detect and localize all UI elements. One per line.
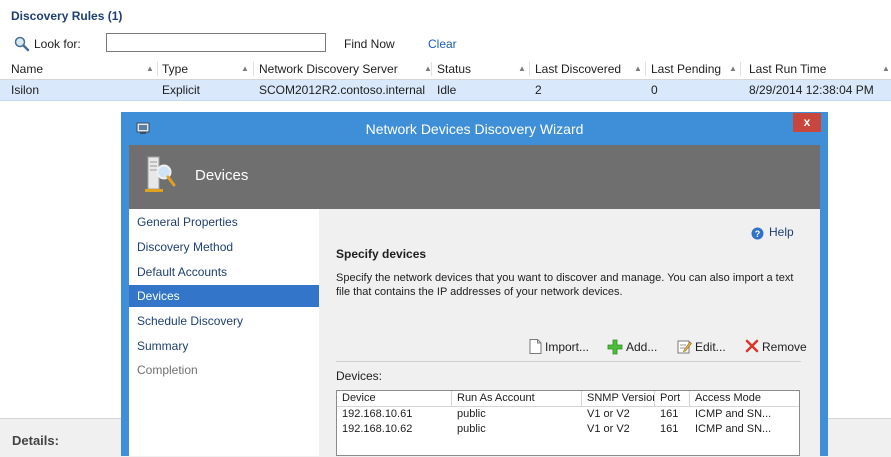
discovery-rules-header: Discovery Rules (1) xyxy=(0,0,891,30)
table-row[interactable]: Isilon Explicit SCOM2012R2.contoso.inter… xyxy=(0,80,891,101)
add-button[interactable]: Add... xyxy=(607,338,671,356)
cell-name: Isilon xyxy=(11,83,40,97)
cell-access-mode: ICMP and SN... xyxy=(695,423,772,435)
cell-device: 192.168.10.62 xyxy=(342,423,413,435)
column-header-port[interactable]: Port xyxy=(655,391,690,406)
edit-icon xyxy=(677,340,692,354)
details-label: Details: xyxy=(12,433,59,448)
network-devices-discovery-wizard: Network Devices Discovery Wizard x Devic… xyxy=(121,112,828,456)
cell-access-mode: ICMP and SN... xyxy=(695,408,772,420)
document-icon xyxy=(529,339,542,354)
remove-button[interactable]: Remove xyxy=(745,338,815,356)
column-header-last-pending[interactable]: Last Pending xyxy=(651,59,721,79)
cell-server: SCOM2012R2.contoso.internal xyxy=(259,83,426,97)
edit-button[interactable]: Edit... xyxy=(677,338,739,356)
column-separator[interactable] xyxy=(740,62,741,76)
devices-discovery-icon xyxy=(145,156,176,192)
column-separator[interactable] xyxy=(253,62,254,76)
look-for-label: Look for: xyxy=(34,37,81,51)
column-header-access-mode[interactable]: Access Mode xyxy=(690,391,799,406)
wizard-title-bar[interactable]: Network Devices Discovery Wizard x xyxy=(121,112,828,145)
wizard-banner: Devices xyxy=(129,145,820,209)
close-icon: x xyxy=(803,115,811,129)
find-now-button[interactable]: Find Now xyxy=(344,37,395,51)
column-header-last-discovered[interactable]: Last Discovered xyxy=(535,59,621,79)
cell-run-as-account: public xyxy=(457,408,486,420)
clear-link[interactable]: Clear xyxy=(428,37,457,51)
column-header-status[interactable]: Status xyxy=(437,59,471,79)
section-description: Specify the network devices that you wan… xyxy=(336,272,794,298)
cell-port: 161 xyxy=(660,423,679,435)
plus-icon xyxy=(607,339,623,355)
nav-item-discovery-method[interactable]: Discovery Method xyxy=(129,236,319,258)
nav-item-default-accounts[interactable]: Default Accounts xyxy=(129,261,319,283)
close-button[interactable]: x xyxy=(793,113,821,132)
nav-item-general-properties[interactable]: General Properties xyxy=(129,211,319,233)
cell-last-pending: 0 xyxy=(651,83,658,97)
column-header-device[interactable]: Device xyxy=(337,391,452,406)
cell-run-as-account: public xyxy=(457,423,486,435)
remove-icon xyxy=(745,339,759,353)
wizard-step-nav: General Properties Discovery Method Defa… xyxy=(129,209,319,456)
cell-port: 161 xyxy=(660,408,679,420)
column-header-snmp-version[interactable]: SNMP Version xyxy=(582,391,655,406)
section-title: Specify devices xyxy=(336,247,427,261)
devices-label: Devices: xyxy=(336,369,383,383)
import-button[interactable]: Import... xyxy=(529,338,601,356)
svg-text:?: ? xyxy=(755,229,761,239)
nav-item-completion: Completion xyxy=(137,363,198,377)
cell-snmp-version: V1 or V2 xyxy=(587,423,630,435)
help-icon[interactable]: ? xyxy=(751,227,764,240)
cell-last-discovered: 2 xyxy=(535,83,542,97)
wizard-title: Network Devices Discovery Wizard xyxy=(365,121,584,137)
cell-status: Idle xyxy=(437,83,457,97)
cell-snmp-version: V1 or V2 xyxy=(587,408,630,420)
nav-item-summary[interactable]: Summary xyxy=(129,335,319,357)
column-header-name[interactable]: Name xyxy=(11,59,43,79)
column-header-run-as-account[interactable]: Run As Account xyxy=(452,391,582,406)
column-header-last-run-time[interactable]: Last Run Time xyxy=(749,59,826,79)
wizard-content: ? Help Specify devices Specify the netwo… xyxy=(319,209,820,456)
column-separator[interactable] xyxy=(645,62,646,76)
discovery-rules-title: Discovery Rules (1) xyxy=(11,9,123,23)
column-separator[interactable] xyxy=(157,62,158,76)
nav-item-schedule-discovery[interactable]: Schedule Discovery xyxy=(129,310,319,332)
column-separator[interactable] xyxy=(431,62,432,76)
cell-device: 192.168.10.61 xyxy=(342,408,413,420)
devices-table-header: Device Run As Account SNMP Version Port … xyxy=(337,391,799,407)
nav-item-devices[interactable]: Devices xyxy=(129,285,319,307)
search-icon xyxy=(14,36,30,52)
rules-grid-header: Name ▲ Type ▲ Network Discovery Server ▲… xyxy=(0,59,891,80)
divider xyxy=(336,361,801,362)
page-title: Devices xyxy=(195,167,249,184)
devices-table[interactable]: Device Run As Account SNMP Version Port … xyxy=(336,390,800,456)
cell-last-run-time: 8/29/2014 12:38:04 PM xyxy=(749,83,874,97)
help-link[interactable]: Help xyxy=(769,225,794,239)
column-separator[interactable] xyxy=(529,62,530,76)
column-header-network-discovery-server[interactable]: Network Discovery Server xyxy=(259,59,398,79)
look-for-input[interactable] xyxy=(106,33,326,52)
cell-type: Explicit xyxy=(162,83,201,97)
wizard-body: General Properties Discovery Method Defa… xyxy=(129,209,820,456)
column-header-type[interactable]: Type xyxy=(162,59,188,79)
